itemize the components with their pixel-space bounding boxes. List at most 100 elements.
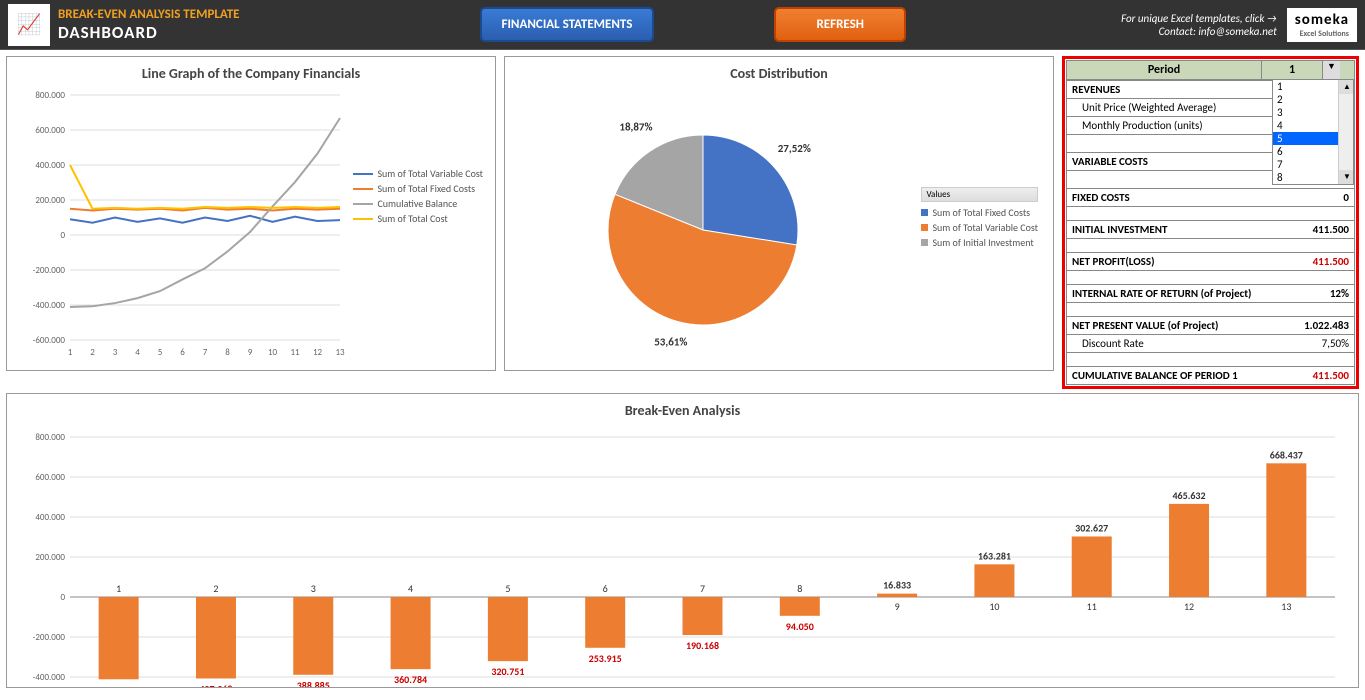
pie-chart-svg: 18,87%27,52%53,61% bbox=[513, 90, 893, 365]
legend-item: Sum of Total Fixed Costs bbox=[353, 182, 483, 195]
scroll-down-icon[interactable]: ▼ bbox=[1339, 170, 1353, 184]
monthly-prod-label: Monthly Production (units) bbox=[1067, 117, 1279, 134]
cum-bal-label: CUMULATIVE BALANCE OF PERIOD 1 bbox=[1067, 367, 1279, 384]
line-legend: Sum of Total Variable Cost Sum of Total … bbox=[353, 167, 483, 227]
legend-item: Sum of Total Variable Cost bbox=[353, 167, 483, 180]
svg-text:600.000: 600.000 bbox=[35, 472, 65, 483]
svg-text:1: 1 bbox=[68, 347, 73, 358]
disc-rate-label: Discount Rate bbox=[1067, 335, 1279, 352]
svg-text:9: 9 bbox=[895, 600, 900, 613]
line-chart-svg: 800.000 600.000 400.000 200.000 0 -200.000 -40… bbox=[15, 90, 345, 365]
dropdown-scrollbar[interactable]: ▲ ▼ bbox=[1338, 80, 1353, 184]
svg-text:400.000: 400.000 bbox=[35, 160, 65, 171]
svg-text:8: 8 bbox=[225, 347, 230, 358]
dashboard-main: Line Graph of the Company Financials 800… bbox=[0, 50, 1365, 694]
svg-text:4: 4 bbox=[135, 347, 140, 358]
init-inv-label: INITIAL INVESTMENT bbox=[1067, 221, 1279, 238]
svg-text:13: 13 bbox=[1281, 600, 1291, 613]
svg-text:13: 13 bbox=[335, 347, 345, 358]
svg-text:388.885: 388.885 bbox=[297, 679, 330, 687]
svg-text:9: 9 bbox=[248, 347, 253, 358]
svg-text:302.627: 302.627 bbox=[1075, 521, 1108, 534]
break-even-chart-panel: Break-Even Analysis 800.000 600.000 400.00… bbox=[6, 393, 1359, 688]
svg-text:600.000: 600.000 bbox=[35, 125, 65, 136]
legend-item: Cumulative Balance bbox=[353, 197, 483, 210]
svg-text:1: 1 bbox=[116, 582, 121, 595]
svg-text:7: 7 bbox=[203, 347, 208, 358]
revenues-label: REVENUES bbox=[1067, 81, 1279, 98]
svg-text:253.915: 253.915 bbox=[589, 652, 622, 665]
break-even-title: Break-Even Analysis bbox=[15, 402, 1350, 419]
scroll-up-icon[interactable]: ▲ bbox=[1339, 80, 1353, 94]
svg-text:6: 6 bbox=[603, 582, 608, 595]
pie-chart-title: Cost Distribution bbox=[513, 65, 1045, 82]
header-cta-text: For unique Excel templates, click → Cont… bbox=[1121, 12, 1277, 38]
svg-text:200.000: 200.000 bbox=[35, 552, 65, 563]
period-data-panel: Period 1 ▼ 12345678 ▲ ▼ REVENUES Unit Pr… bbox=[1062, 56, 1359, 389]
svg-text:0: 0 bbox=[60, 592, 65, 603]
svg-text:465.632: 465.632 bbox=[1172, 489, 1205, 502]
line-chart-panel: Line Graph of the Company Financials 800… bbox=[6, 56, 496, 371]
svg-text:190.168: 190.168 bbox=[686, 639, 719, 652]
cta-line[interactable]: For unique Excel templates, click → bbox=[1121, 12, 1277, 25]
npv-label: NET PRESENT VALUE (of Project) bbox=[1067, 317, 1279, 334]
financial-statements-button[interactable]: FINANCIAL STATEMENTS bbox=[480, 7, 655, 42]
var-costs-label: VARIABLE COSTS bbox=[1067, 153, 1279, 170]
svg-text:11: 11 bbox=[290, 347, 300, 358]
svg-text:7: 7 bbox=[700, 582, 705, 595]
svg-text:3: 3 bbox=[113, 347, 118, 358]
period-dropdown-button[interactable]: ▼ bbox=[1322, 61, 1340, 79]
irr-label: INTERNAL RATE OF RETURN (of Project) bbox=[1067, 285, 1279, 302]
brand-logo[interactable]: someka Excel Solutions bbox=[1287, 8, 1357, 42]
svg-text:12: 12 bbox=[313, 347, 323, 358]
period-value: 1 bbox=[1262, 61, 1322, 79]
top-row: Line Graph of the Company Financials 800… bbox=[6, 56, 1359, 389]
contact-line: Contact: info@someka.net bbox=[1121, 25, 1277, 38]
bar-chart-svg: 800.000 600.000 400.000 200.000 0 -200.000 -40… bbox=[15, 427, 1345, 687]
svg-text:411.500: 411.500 bbox=[102, 683, 135, 687]
svg-text:11: 11 bbox=[1087, 600, 1097, 613]
svg-text:0: 0 bbox=[60, 230, 65, 241]
svg-text:800.000: 800.000 bbox=[35, 90, 65, 101]
svg-text:10: 10 bbox=[989, 600, 999, 613]
fixed-costs-label: FIXED COSTS bbox=[1067, 189, 1279, 206]
svg-text:6: 6 bbox=[180, 347, 185, 358]
svg-text:53,61%: 53,61% bbox=[654, 336, 687, 349]
pie-legend: Values Sum of Total Fixed Costs Sum of T… bbox=[921, 187, 1038, 251]
svg-text:5: 5 bbox=[505, 582, 510, 595]
svg-text:8: 8 bbox=[797, 582, 802, 595]
svg-text:-200.000: -200.000 bbox=[33, 265, 66, 276]
header-right: For unique Excel templates, click → Cont… bbox=[1121, 8, 1357, 42]
svg-text:16.833: 16.833 bbox=[883, 579, 911, 592]
svg-text:-400.000: -400.000 bbox=[33, 300, 66, 311]
svg-text:5: 5 bbox=[158, 347, 163, 358]
period-label: Period bbox=[1067, 61, 1262, 79]
svg-text:800.000: 800.000 bbox=[35, 432, 65, 443]
unit-price-label: Unit Price (Weighted Average) bbox=[1067, 99, 1279, 116]
app-logo-icon: 📈 bbox=[8, 4, 50, 46]
svg-text:400.000: 400.000 bbox=[35, 512, 65, 523]
period-selector: Period 1 ▼ bbox=[1066, 60, 1355, 80]
svg-text:10: 10 bbox=[268, 347, 278, 358]
page-title: DASHBOARD bbox=[58, 22, 240, 43]
template-title: BREAK-EVEN ANALYSIS TEMPLATE bbox=[58, 7, 240, 22]
svg-text:320.751: 320.751 bbox=[491, 665, 524, 678]
svg-text:-200.000: -200.000 bbox=[33, 632, 66, 643]
svg-text:-400.000: -400.000 bbox=[33, 672, 66, 683]
pie-chart-panel: Cost Distribution 18,87%27,52%53,61% Val… bbox=[504, 56, 1054, 371]
legend-item: Sum of Total Fixed Costs bbox=[921, 206, 1038, 219]
svg-text:3: 3 bbox=[311, 582, 316, 595]
app-header: 📈 BREAK-EVEN ANALYSIS TEMPLATE DASHBOARD… bbox=[0, 0, 1365, 50]
line-chart-title: Line Graph of the Company Financials bbox=[15, 65, 487, 82]
refresh-button[interactable]: REFRESH bbox=[774, 7, 906, 42]
svg-text:200.000: 200.000 bbox=[35, 195, 65, 206]
svg-text:2: 2 bbox=[213, 582, 218, 595]
svg-text:360.784: 360.784 bbox=[394, 673, 427, 686]
period-dropdown-list[interactable]: 12345678 ▲ ▼ bbox=[1272, 79, 1354, 185]
pie-legend-title: Values bbox=[921, 187, 1038, 202]
legend-item: Sum of Total Variable Cost bbox=[921, 221, 1038, 234]
svg-text:27,52%: 27,52% bbox=[778, 142, 811, 155]
svg-text:-600.000: -600.000 bbox=[33, 335, 66, 346]
svg-text:407.368: 407.368 bbox=[199, 682, 232, 687]
svg-text:12: 12 bbox=[1184, 600, 1194, 613]
